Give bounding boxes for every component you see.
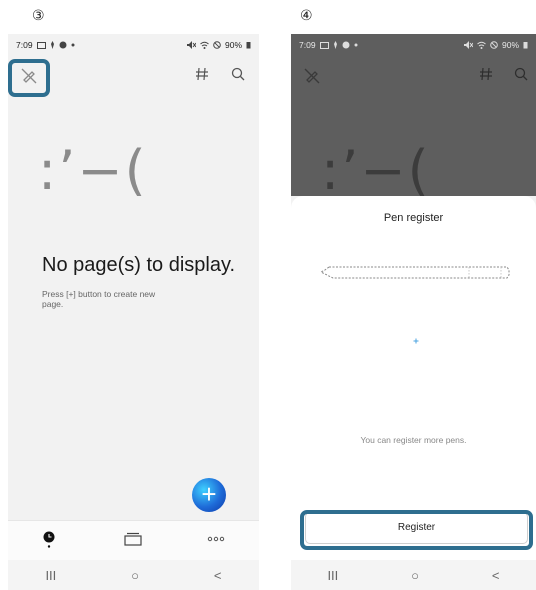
phone-screen-4: 7:09 90% :’−(Pen register You can regis…: [291, 34, 536, 590]
recent-apps-button[interactable]: III: [327, 568, 338, 583]
do-not-disturb-icon: [490, 41, 498, 49]
battery-icon: [246, 42, 251, 49]
empty-state-title: No page(s) to display.: [42, 254, 236, 276]
status-bar: 7:09 90%: [291, 34, 536, 56]
hashtag-icon[interactable]: [194, 66, 210, 82]
more-notifications-icon: [354, 43, 358, 47]
sad-emoticon: :’−(: [321, 139, 431, 202]
back-button[interactable]: <: [492, 568, 500, 583]
app-notification-icon: [59, 41, 67, 49]
home-button[interactable]: ○: [131, 568, 139, 583]
search-icon[interactable]: [230, 66, 246, 82]
register-button-highlight: [300, 510, 533, 550]
sheet-title: Pen register: [383, 212, 444, 224]
pen-disabled-icon: [304, 68, 320, 84]
sad-emoticon: :’−(: [38, 139, 148, 202]
wifi-icon: [200, 41, 209, 49]
status-bar: 7:09 90%: [8, 34, 259, 56]
bottom-tab-bar: [8, 520, 259, 561]
mute-icon: [186, 41, 196, 49]
home-button[interactable]: ○: [411, 568, 419, 583]
step-label-3: ③: [32, 7, 45, 23]
status-time: 7:09: [299, 40, 316, 50]
more-notifications-icon: [71, 43, 75, 47]
battery-percent: 90%: [501, 40, 519, 50]
pen-outline-icon: [319, 266, 510, 279]
add-page-button[interactable]: +: [192, 478, 226, 512]
register-more-hint: You can register more pens.: [360, 435, 467, 445]
recent-apps-button[interactable]: III: [45, 568, 56, 583]
loading-dot-icon: [413, 338, 419, 344]
phone-screen-3: 7:09 90% :’−( No page(s) to display. Pre…: [8, 34, 259, 590]
gallery-icon: [36, 41, 46, 49]
status-time: 7:09: [16, 40, 33, 50]
dimmed-background: 7:09 90% :’−(: [291, 34, 536, 202]
mute-icon: [463, 41, 473, 49]
more-options-icon[interactable]: [207, 536, 225, 542]
empty-state-hint: Press [+] button to create new page.: [42, 289, 156, 309]
back-button[interactable]: <: [214, 568, 222, 583]
app-notification-icon: [342, 41, 350, 49]
step-label-4: ④: [300, 7, 313, 23]
battery-icon: [523, 42, 528, 49]
do-not-disturb-icon: [213, 41, 221, 49]
system-nav-bar: III ○ <: [291, 560, 536, 590]
pen-status-icon: [333, 41, 337, 49]
battery-percent: 90%: [224, 40, 242, 50]
pen-icon-highlight: [8, 59, 50, 97]
search-icon: [514, 67, 528, 81]
hashtag-icon: [480, 67, 492, 81]
notebooks-icon[interactable]: [124, 532, 142, 546]
pen-status-icon: [50, 41, 54, 49]
wifi-icon: [477, 41, 486, 49]
recent-clock-icon[interactable]: [42, 531, 56, 549]
system-nav-bar: III ○ <: [8, 560, 259, 590]
gallery-icon: [319, 41, 329, 49]
